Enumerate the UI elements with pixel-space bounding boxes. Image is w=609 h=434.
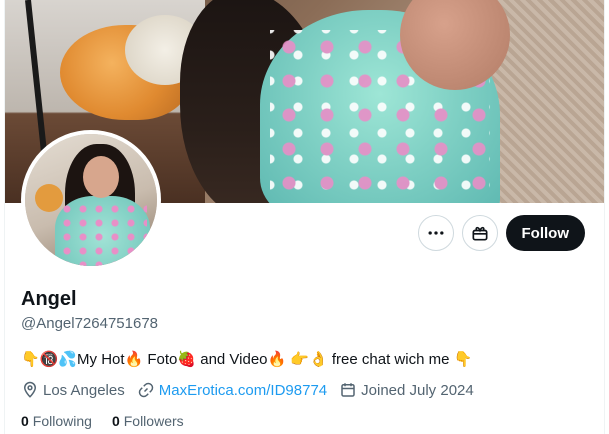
profile-stats: 0 Following 0 Followers <box>21 413 184 429</box>
location-item: Los Angeles <box>21 381 125 399</box>
profile-actions: Follow <box>417 215 585 251</box>
followers-count: 0 <box>111 413 120 429</box>
avatar[interactable] <box>21 130 161 270</box>
following-label: Following <box>32 413 92 429</box>
followers-link[interactable]: 0 Followers <box>112 413 184 429</box>
followers-label: Followers <box>123 413 184 429</box>
location-text: Los Angeles <box>43 381 125 399</box>
link-icon <box>138 382 153 398</box>
profile-page: Follow Angel @Angel7264751678 👇🔞💦My Hot🔥… <box>4 0 605 434</box>
gift-icon <box>472 226 487 241</box>
avatar-dress-pattern <box>59 202 147 266</box>
profile-name: Angel <box>21 288 77 310</box>
website-link[interactable]: MaxErotica.com/ID98774 <box>159 382 327 399</box>
subscribe-button[interactable] <box>461 215 498 251</box>
follow-button[interactable]: Follow <box>505 215 585 251</box>
profile-handle: @Angel7264751678 <box>21 315 159 332</box>
calendar-icon <box>341 383 355 397</box>
profile-bio: 👇🔞💦My Hot🔥 Foto🍓 and Video🔥 👉👌 free chat… <box>21 351 473 368</box>
avatar-face <box>83 156 119 198</box>
profile-meta: Los Angeles MaxErotica.com/ID98774 Joine… <box>21 381 474 399</box>
more-horizontal-icon <box>428 231 443 235</box>
joined-item: Joined July 2024 <box>339 381 474 399</box>
website-item[interactable]: MaxErotica.com/ID98774 <box>137 381 327 399</box>
joined-text: Joined July 2024 <box>361 381 474 399</box>
more-button[interactable] <box>417 215 454 251</box>
following-count: 0 <box>21 413 29 429</box>
following-link[interactable]: 0 Following <box>21 413 92 429</box>
location-pin-icon <box>23 381 37 398</box>
